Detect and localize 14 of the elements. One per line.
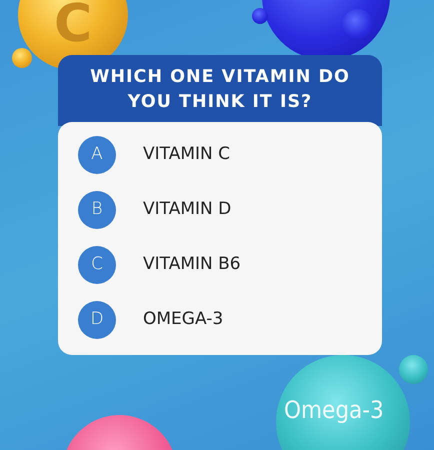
bubble [12,48,32,68]
question-header: WHICH ONE VITAMIN DO YOU THINK IT IS? [58,55,382,126]
option-label[interactable]: VITAMIN D [143,197,232,223]
option-label[interactable]: VITAMIN B6 [143,252,241,278]
option-letter[interactable]: D [78,301,116,339]
sphere-letter: C [54,0,92,50]
bubble [252,8,268,24]
option-letter[interactable]: B [78,191,116,229]
option-letter[interactable]: A [78,136,116,174]
option-letter[interactable]: C [78,246,116,284]
bubble [399,355,428,384]
option-label[interactable]: VITAMIN C [143,142,230,168]
sphere-label: Omega-3 [284,398,384,422]
option-label[interactable]: OMEGA-3 [143,307,224,333]
